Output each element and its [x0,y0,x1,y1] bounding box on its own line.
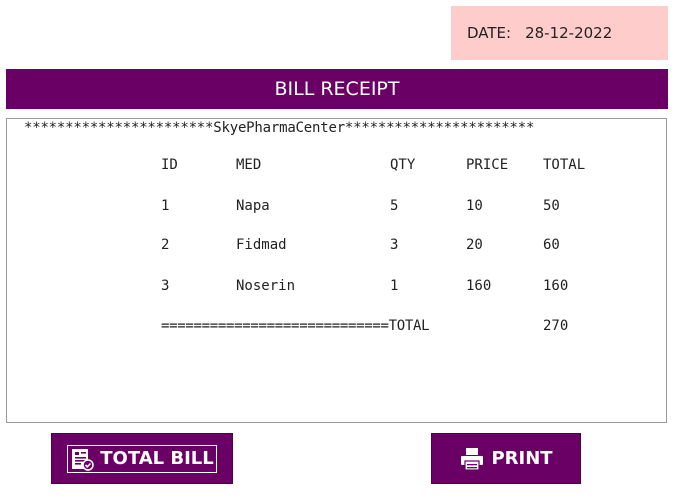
column-header-total: TOTAL [543,157,586,173]
table-header-row: ID MED QTY PRICE TOTAL [7,157,666,177]
cell-id: 1 [161,198,170,214]
total-separator-line: ============================TOTAL [161,318,430,334]
cell-price: 160 [466,278,492,294]
title-bar: BILL RECEIPT [6,69,668,109]
cell-total: 160 [543,278,569,294]
total-bill-label: TOTAL BILL [100,448,214,469]
column-header-price: PRICE [466,157,509,173]
grand-total-value: 270 [543,318,569,334]
total-bill-button[interactable]: TOTAL BILL [51,433,233,484]
print-button[interactable]: PRINT [431,433,581,484]
receipt-header: ***********************SkyePharmaCenter*… [24,120,535,136]
cell-qty: 3 [390,237,399,253]
cell-price: 20 [466,237,483,253]
column-header-med: MED [236,157,262,173]
page-title: BILL RECEIPT [274,78,400,100]
cell-total: 60 [543,237,560,253]
cell-id: 3 [161,278,170,294]
date-box: DATE: 28-12-2022 [451,6,668,60]
cell-id: 2 [161,237,170,253]
table-row: 1 Napa 5 10 50 [7,198,666,218]
cell-med: Noserin [236,278,296,294]
cell-price: 10 [466,198,483,214]
date-value: 28-12-2022 [525,24,613,42]
total-bill-button-focus: TOTAL BILL [67,444,217,473]
cell-qty: 1 [390,278,399,294]
table-row: 2 Fidmad 3 20 60 [7,237,666,257]
cell-med: Napa [236,198,270,214]
table-row: 3 Noserin 1 160 160 [7,278,666,298]
total-row: ============================TOTAL 270 [7,318,666,338]
invoice-icon [70,447,94,471]
cell-qty: 5 [390,198,399,214]
printer-icon [459,447,485,471]
cell-med: Fidmad [236,237,287,253]
date-label: DATE: [467,24,512,42]
cell-total: 50 [543,198,560,214]
receipt-text-area[interactable]: ***********************SkyePharmaCenter*… [6,118,667,423]
print-label: PRINT [491,448,553,469]
column-header-id: ID [161,157,178,173]
column-header-qty: QTY [390,157,416,173]
